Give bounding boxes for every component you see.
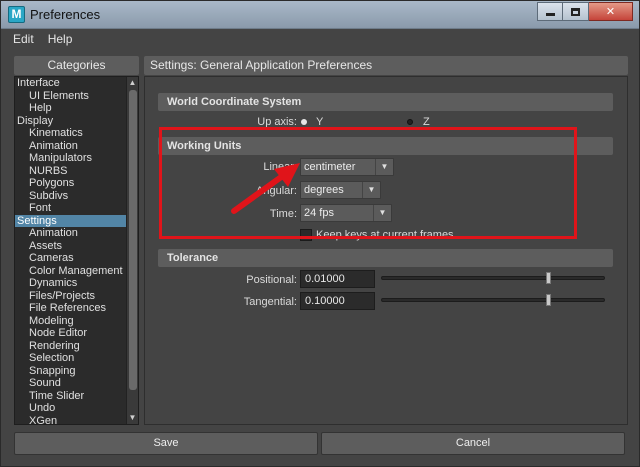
menu-bar: Edit Help [1, 29, 639, 49]
positional-slider-handle[interactable] [546, 272, 552, 284]
linear-units-value: centimeter [304, 161, 356, 173]
category-item-xgen[interactable]: XGen [15, 415, 126, 425]
category-item-animation[interactable]: Animation [15, 140, 126, 153]
up-axis-z-radio[interactable] [407, 119, 413, 125]
category-item-kinematics[interactable]: Kinematics [15, 127, 126, 140]
categories-items: Interface UI Elements Help Display Kinematic… [15, 77, 126, 425]
positional-slider[interactable] [381, 272, 605, 284]
tangential-slider[interactable] [381, 294, 605, 306]
category-item-subdivs[interactable]: Subdivs [15, 190, 126, 203]
close-icon: ✕ [605, 6, 616, 18]
settings-panel: World Coordinate System Up axis: Y Z Wor… [144, 76, 628, 425]
angular-units-dropdown[interactable]: degrees ▼ [300, 181, 381, 199]
cancel-button[interactable]: Cancel [321, 432, 625, 455]
category-item-file-references[interactable]: File References [15, 302, 126, 315]
category-item-manipulators[interactable]: Manipulators [15, 152, 126, 165]
category-item-sound[interactable]: Sound [15, 377, 126, 390]
minimize-button[interactable] [537, 2, 563, 21]
settings-header: Settings: General Application Preference… [144, 56, 628, 75]
category-item-cameras[interactable]: Cameras [15, 252, 126, 265]
category-item-undo[interactable]: Undo [15, 402, 126, 415]
scroll-down-arrow-icon[interactable]: ▼ [127, 412, 138, 424]
category-item-node-editor[interactable]: Node Editor [15, 327, 126, 340]
chevron-down-icon: ▼ [375, 159, 393, 175]
category-item-assets[interactable]: Assets [15, 240, 126, 253]
category-item-time-slider[interactable]: Time Slider [15, 390, 126, 403]
category-item-help[interactable]: Help [15, 102, 126, 115]
maximize-icon [571, 7, 580, 16]
window-controls: ✕ [537, 2, 633, 21]
up-axis-y-label: Y [316, 116, 324, 128]
time-units-dropdown[interactable]: 24 fps ▼ [300, 204, 392, 222]
section-working-units[interactable]: Working Units [158, 137, 613, 155]
window-title: Preferences [30, 7, 101, 22]
title-bar[interactable]: M Preferences ✕ [1, 1, 639, 29]
section-tolerance[interactable]: Tolerance [158, 249, 613, 267]
menu-edit[interactable]: Edit [13, 32, 34, 46]
category-item-color-management[interactable]: Color Management [15, 265, 126, 278]
chevron-down-icon: ▼ [373, 205, 391, 221]
up-axis-z-label: Z [423, 116, 430, 128]
chevron-down-icon: ▼ [362, 182, 380, 198]
positional-label: Positional: [246, 274, 297, 286]
categories-scrollbar[interactable]: ▲ ▼ [126, 77, 138, 424]
preferences-window: M Preferences ✕ Edit Help Categories Int… [0, 0, 640, 467]
section-world-coordinate[interactable]: World Coordinate System [158, 93, 613, 111]
category-item-animation[interactable]: Animation [15, 227, 126, 240]
category-item-interface[interactable]: Interface [15, 77, 126, 90]
category-item-nurbs[interactable]: NURBS [15, 165, 126, 178]
category-item-settings[interactable]: Settings [15, 214, 126, 227]
keep-keys-checkbox[interactable] [300, 229, 312, 241]
save-button[interactable]: Save [14, 432, 318, 455]
tangential-label: Tangential: [243, 296, 297, 308]
category-item-dynamics[interactable]: Dynamics [15, 277, 126, 290]
menu-help[interactable]: Help [48, 32, 73, 46]
scroll-thumb[interactable] [129, 90, 137, 390]
category-item-display[interactable]: Display [15, 115, 126, 128]
keep-keys-label: Keep keys at current frames [316, 229, 454, 241]
maximize-button[interactable] [563, 2, 589, 21]
category-item-rendering[interactable]: Rendering [15, 340, 126, 353]
category-item-polygons[interactable]: Polygons [15, 177, 126, 190]
angular-units-value: degrees [304, 184, 344, 196]
tangential-slider-handle[interactable] [546, 294, 552, 306]
tangential-field[interactable]: 0.10000 [300, 292, 375, 310]
positional-field[interactable]: 0.01000 [300, 270, 375, 288]
linear-label: Linear: [263, 161, 297, 173]
scroll-up-arrow-icon[interactable]: ▲ [127, 77, 138, 89]
category-item-ui-elements[interactable]: UI Elements [15, 90, 126, 103]
categories-header: Categories [14, 56, 139, 75]
maya-logo-icon: M [8, 6, 25, 23]
category-item-snapping[interactable]: Snapping [15, 365, 126, 378]
category-item-files-projects[interactable]: Files/Projects [15, 290, 126, 303]
time-units-value: 24 fps [304, 207, 334, 219]
minimize-icon [545, 13, 555, 16]
category-item-modeling[interactable]: Modeling [15, 315, 126, 328]
categories-list: Interface UI Elements Help Display Kinematic… [14, 76, 139, 425]
category-item-font[interactable]: Font [15, 202, 126, 215]
up-axis-y-radio[interactable] [301, 119, 307, 125]
linear-units-dropdown[interactable]: centimeter ▼ [300, 158, 394, 176]
up-axis-label: Up axis: [257, 116, 297, 128]
category-item-selection[interactable]: Selection [15, 352, 126, 365]
angular-label: Angular: [256, 185, 297, 197]
time-label: Time: [269, 208, 297, 220]
close-button[interactable]: ✕ [589, 2, 633, 21]
